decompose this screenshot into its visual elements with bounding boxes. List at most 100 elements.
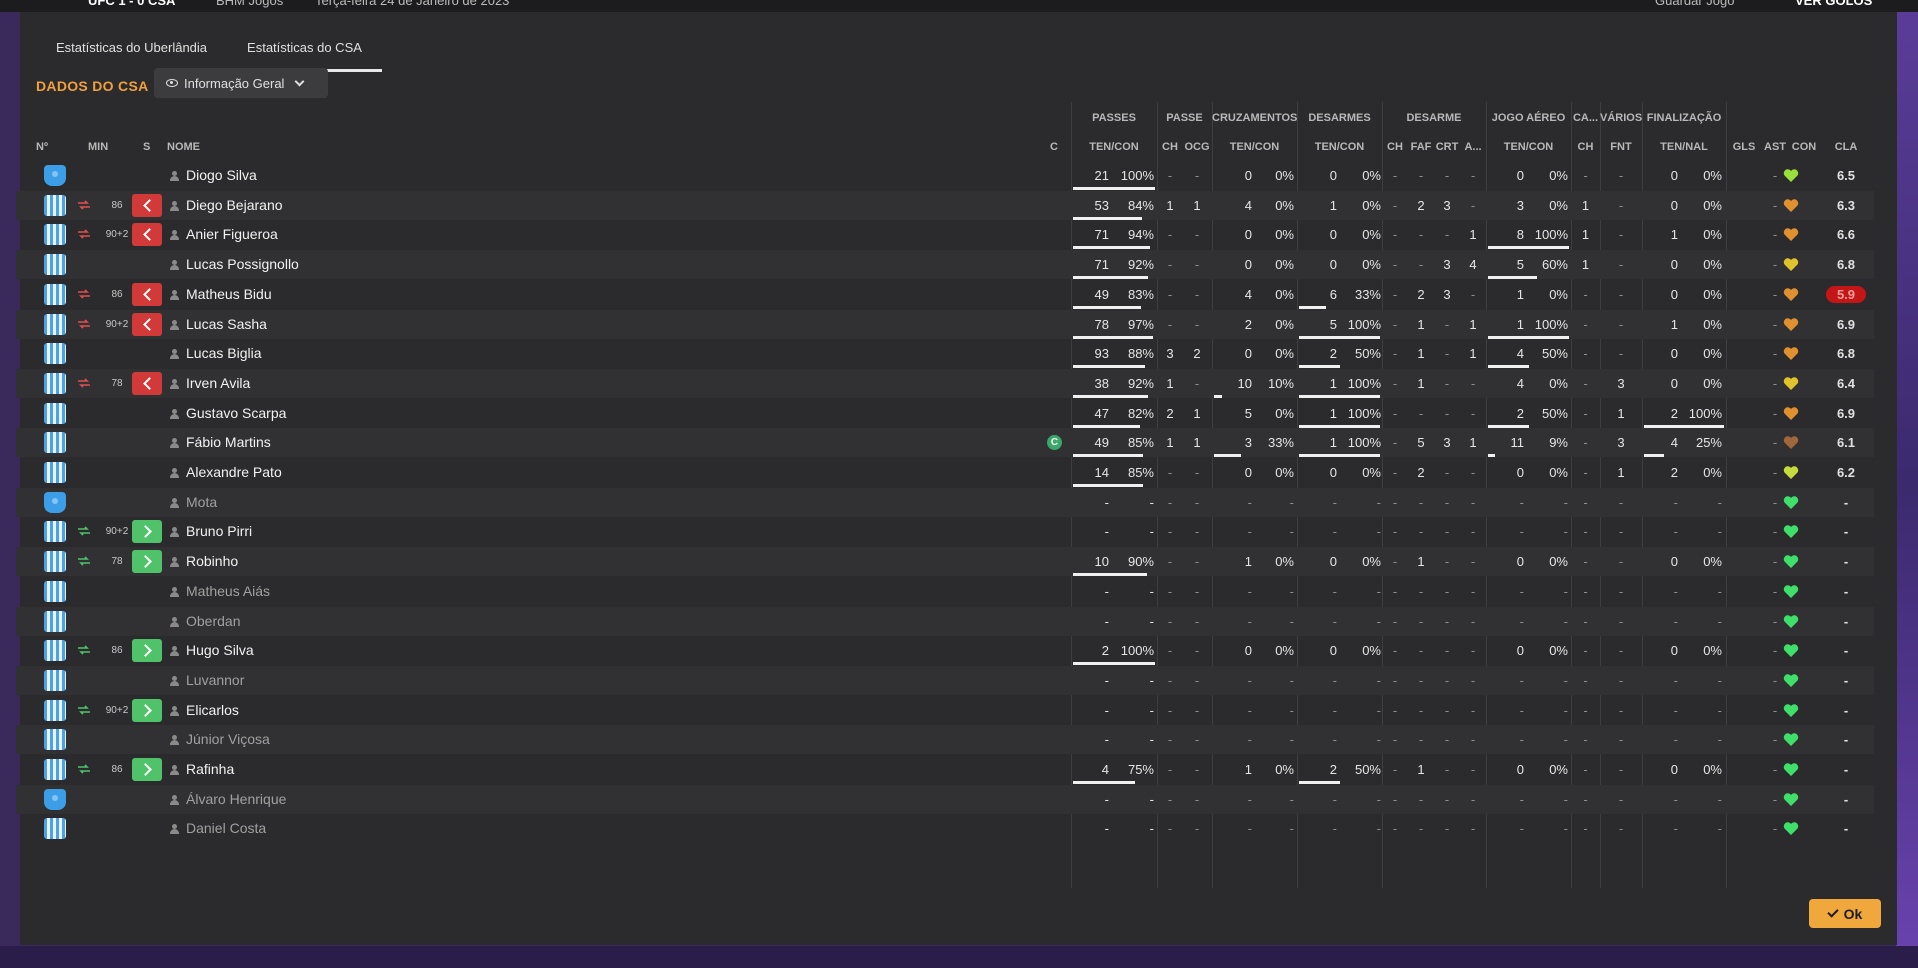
subheader-nome[interactable]: NOME <box>167 141 227 153</box>
player-name[interactable]: Gustavo Scarpa <box>186 399 286 428</box>
player-profile-icon <box>170 675 179 686</box>
player-name[interactable]: Hugo Silva <box>186 636 254 665</box>
table-row[interactable]: Lucas Biglia 93 88% 3 2 0 0% 2 50% -1-1 4 50% - -0 0% -… <box>16 339 1874 369</box>
substitution-icon <box>78 705 90 715</box>
table-row[interactable]: Fábio Martins C 49 85% 1 1 3 33% 1 100% -5 3 1 11 9% -3… <box>16 428 1874 458</box>
player-name[interactable]: Diego Bejarano <box>186 191 283 220</box>
subheader-faf[interactable]: FAF <box>1408 141 1434 153</box>
subheader-s[interactable]: S <box>143 141 155 153</box>
player-name[interactable]: Lucas Biglia <box>186 339 262 368</box>
player-name[interactable]: Irven Avila <box>186 369 250 398</box>
sub-in-button[interactable] <box>132 758 162 781</box>
table-row[interactable]: 90+2 Lucas Sasha 78 97% - -2 0% 5 100% -1-1 1 100% -… <box>16 309 1874 339</box>
sub-out-button[interactable] <box>132 193 162 217</box>
goals <box>1730 814 1758 843</box>
view-dropdown[interactable]: Informação Geral <box>154 68 328 98</box>
table-row[interactable]: Oberdan - - - - - - - - - - - - - - - - - - - - <box>16 606 1874 636</box>
player-name[interactable]: Diogo Silva <box>186 161 257 190</box>
subheader-fin[interactable]: TEN/NAL <box>1642 141 1726 153</box>
subheader-passe_ch[interactable]: CH <box>1157 141 1183 153</box>
player-name[interactable]: Álvaro Henrique <box>186 785 286 814</box>
subheader-des[interactable]: TEN/CON <box>1297 141 1382 153</box>
player-name[interactable]: Daniel Costa <box>186 814 266 843</box>
subheader-cla[interactable]: CLA <box>1826 141 1866 153</box>
fouls: 1 <box>1617 465 1625 480</box>
player-name[interactable]: Rafinha <box>186 755 234 784</box>
table-row[interactable]: 78 Robinho 10 90% - -1 0% 0 0% -1- -0 0% - -0 0% - - <box>16 547 1874 577</box>
subheader-num[interactable]: Nº <box>36 141 56 153</box>
player-name[interactable]: Lucas Sasha <box>186 310 267 339</box>
passes-attempted: - <box>1104 583 1109 599</box>
sub-out-button[interactable] <box>132 282 162 306</box>
table-row[interactable]: 86 Hugo Silva 2 100% - -0 0% 0 0% - - - -0 0% - -0 0% - - <box>16 636 1874 666</box>
table-row[interactable]: Álvaro Henrique - - - - - - - - - - - - - - - - - - - - <box>16 784 1874 814</box>
subheader-ca_ch[interactable]: CH <box>1571 141 1600 153</box>
player-name[interactable]: Luvannor <box>186 666 244 695</box>
subheader-ast[interactable]: AST <box>1761 141 1789 153</box>
table-row[interactable]: Lucas Possignollo 71 92% - -0 0% 0 0% - -3 4 5 60% 1-… <box>16 250 1874 280</box>
sub-in-button[interactable] <box>132 698 162 722</box>
player-name[interactable]: Elicarlos <box>186 696 239 725</box>
player-name[interactable]: Alexandre Pato <box>186 458 282 487</box>
sub-out-button[interactable] <box>132 223 162 247</box>
player-name[interactable]: Fábio Martins <box>186 428 271 457</box>
subheader-min[interactable]: MIN <box>88 141 112 153</box>
sub-in-button[interactable] <box>132 550 162 574</box>
subheader-fnt[interactable]: FNT <box>1600 141 1642 153</box>
player-name[interactable]: Anier Figueroa <box>186 220 278 249</box>
table-row[interactable]: 78 Irven Avila 38 92% 1-10 10% 1 100% -1- -4 0% -3 0… <box>16 368 1874 398</box>
player-name[interactable]: Matheus Bidu <box>186 280 272 309</box>
table-row[interactable]: Luvannor - - - - - - - - - - - - - - - - - - - - <box>16 665 1874 695</box>
table-row[interactable]: Alexandre Pato 14 85% - -0 0% 0 0% -2- -0 0% -1 2 0% -… <box>16 458 1874 487</box>
table-row[interactable]: Diogo Silva 21 100% - -0 0% 0 0% - - - -0 0% - -0 0% -6.… <box>16 161 1874 190</box>
tab-csa-stats[interactable]: Estatísticas do CSA <box>227 26 382 72</box>
table-row[interactable]: 86 Diego Bejarano 53 84% 1 1 4 0% 1 0% -2 3-3 0% 1-0 0… <box>16 190 1874 220</box>
subheader-con[interactable]: CON <box>1790 141 1818 153</box>
subheader-passe_ocg[interactable]: OCG <box>1183 141 1211 153</box>
goals <box>1730 369 1758 398</box>
save-game-button[interactable]: Guardar Jogo <box>1655 0 1735 8</box>
shots-on-target-pct: - <box>1717 524 1722 540</box>
table-row[interactable]: 90+2 Bruno Pirri - - - - - - - - - - - - - - - - - - - - <box>16 517 1874 546</box>
fouls: - <box>1618 613 1624 629</box>
subheader-cruz[interactable]: TEN/CON <box>1212 141 1297 153</box>
subheader-desarme_ch[interactable]: CH <box>1382 141 1408 153</box>
tab-uberlandia-stats[interactable]: Estatísticas do Uberlândia <box>36 26 227 72</box>
table-row[interactable]: 86 Matheus Bidu 49 83% - -4 0% 6 33% -2 3-1 0% - -0 0%… <box>16 280 1874 309</box>
player-name[interactable]: Lucas Possignollo <box>186 250 299 279</box>
sub-in-button[interactable] <box>132 639 162 663</box>
player-name[interactable]: Bruno Pirri <box>186 517 252 546</box>
table-row[interactable]: Matheus Aiás - - - - - - - - - - - - - - - - - - - - <box>16 577 1874 606</box>
player-name[interactable]: Robinho <box>186 547 238 576</box>
condition-heart-icon <box>1783 436 1799 450</box>
table-row[interactable]: Mota - - - - - - - - - - - - - - - - - - - - <box>16 487 1874 517</box>
player-name[interactable]: Oberdan <box>186 607 240 636</box>
subheader-c[interactable]: C <box>1050 141 1064 153</box>
subheader-passes[interactable]: TEN/CON <box>1071 141 1157 153</box>
table-row[interactable]: 90+2 Anier Figueroa 71 94% - -0 0% 0 0% - - -1 8 100%… <box>16 220 1874 250</box>
player-name[interactable]: Matheus Aiás <box>186 577 270 606</box>
crosses-pct: 0% <box>1275 257 1294 273</box>
sub-in-button[interactable] <box>132 520 162 544</box>
fouls-against: - <box>1418 524 1424 540</box>
sub-out-button[interactable] <box>132 371 162 395</box>
shots-on-target-pct: 0% <box>1703 643 1722 659</box>
headers-pct: 0% <box>1549 375 1568 391</box>
blocks: 1 <box>1469 346 1477 362</box>
subheader-crt[interactable]: CRT <box>1434 141 1460 153</box>
player-name[interactable]: Mota <box>186 488 217 517</box>
ok-button[interactable]: Ok <box>1809 899 1881 928</box>
table-row[interactable]: Júnior Viçosa - - - - - - - - - - - - - - - - - - - - <box>16 725 1874 755</box>
subheader-gls[interactable]: GLS <box>1730 141 1758 153</box>
crosses-attempted: 1 <box>1244 762 1252 777</box>
table-row[interactable]: Daniel Costa - - - - - - - - - - - - - - - - - - - - <box>16 814 1874 843</box>
subheader-aereo[interactable]: TEN/CON <box>1486 141 1571 153</box>
background-right <box>1896 0 1918 968</box>
sub-out-button[interactable] <box>132 312 162 336</box>
subheader-a[interactable]: A... <box>1460 141 1486 153</box>
table-row[interactable]: 90+2 Elicarlos - - - - - - - - - - - - - - - - - - - - <box>16 696 1874 725</box>
view-goals-button[interactable]: VER GOLOS <box>1795 0 1872 8</box>
table-row[interactable]: 86 Rafinha 4 75% - -1 0% 2 50% -1- -0 0% - -0 0% - - <box>16 755 1874 784</box>
table-row[interactable]: Gustavo Scarpa 47 82% 2 1 5 0% 1 100% - - - -2 50% -1 2… <box>16 399 1874 428</box>
player-name[interactable]: Júnior Viçosa <box>186 725 270 754</box>
